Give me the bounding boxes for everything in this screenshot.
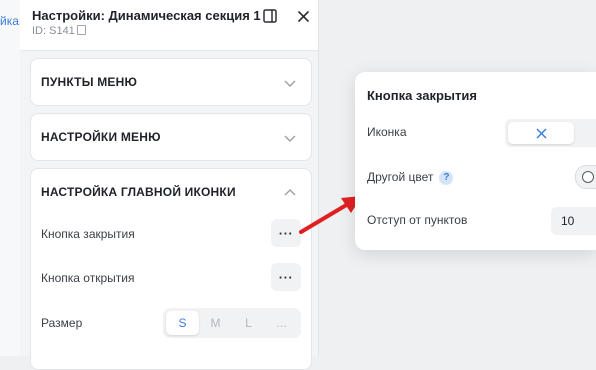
icon-selector	[505, 119, 596, 147]
size-option-l[interactable]: L	[232, 311, 265, 335]
close-icon	[297, 10, 309, 22]
dock-panel-button[interactable]	[260, 6, 280, 26]
panel-title: Настройки: Динамическая секция 1	[32, 8, 261, 23]
other-color-toggle[interactable]	[575, 165, 596, 189]
popup-title: Кнопка закрытия	[367, 88, 477, 103]
close-button-settings-button[interactable]: ···	[271, 219, 301, 247]
section-menu-items[interactable]: ПУНКТЫ МЕНЮ	[30, 58, 312, 106]
panel-id: ID: S141	[32, 25, 86, 37]
section-title[interactable]: НАСТРОЙКА ГЛАВНОЙ ИКОНКИ	[41, 185, 236, 199]
close-panel-button[interactable]	[293, 6, 313, 26]
copy-icon[interactable]	[76, 25, 86, 35]
size-option-m[interactable]: M	[199, 311, 232, 335]
panel-header: Настройки: Динамическая секция 1 ID: S14…	[20, 0, 318, 51]
sidebar-layout-icon	[263, 9, 277, 23]
other-color-label: Другой цвет	[367, 170, 434, 184]
close-button-label: Кнопка закрытия	[41, 227, 135, 241]
section-title: ПУНКТЫ МЕНЮ	[41, 75, 138, 89]
close-icon	[536, 128, 546, 138]
icon-label: Иконка	[367, 125, 407, 139]
size-option-more[interactable]: ...	[265, 311, 298, 335]
section-menu-settings[interactable]: НАСТРОЙКИ МЕНЮ	[30, 113, 312, 161]
settings-panel: Настройки: Динамическая секция 1 ID: S14…	[20, 0, 319, 370]
size-label: Размер	[41, 316, 83, 330]
close-button-popup: Кнопка закрытия Иконка Другой цвет? Отст…	[355, 72, 596, 250]
size-option-s[interactable]: S	[166, 311, 199, 335]
chevron-up-icon[interactable]	[283, 186, 297, 200]
section-title: НАСТРОЙКИ МЕНЮ	[41, 130, 161, 144]
size-selector: S M L ...	[163, 308, 301, 338]
chevron-down-icon	[284, 80, 296, 87]
offset-input[interactable]: 10	[551, 207, 596, 235]
offset-label: Отступ от пунктов	[367, 213, 468, 227]
background-link[interactable]: йка	[0, 14, 19, 28]
open-button-label: Кнопка открытия	[41, 271, 135, 285]
icon-option-close[interactable]	[508, 122, 574, 144]
section-main-icon: НАСТРОЙКА ГЛАВНОЙ ИКОНКИ Кнопка закрытия…	[30, 168, 312, 370]
open-button-settings-button[interactable]: ···	[271, 263, 301, 291]
other-color-row: Другой цвет?	[367, 170, 454, 185]
panel-id-text: ID: S141	[32, 25, 75, 37]
help-icon[interactable]: ?	[439, 171, 454, 185]
chevron-down-icon	[284, 135, 296, 142]
toggle-knob	[582, 171, 594, 183]
background-page	[0, 0, 20, 356]
